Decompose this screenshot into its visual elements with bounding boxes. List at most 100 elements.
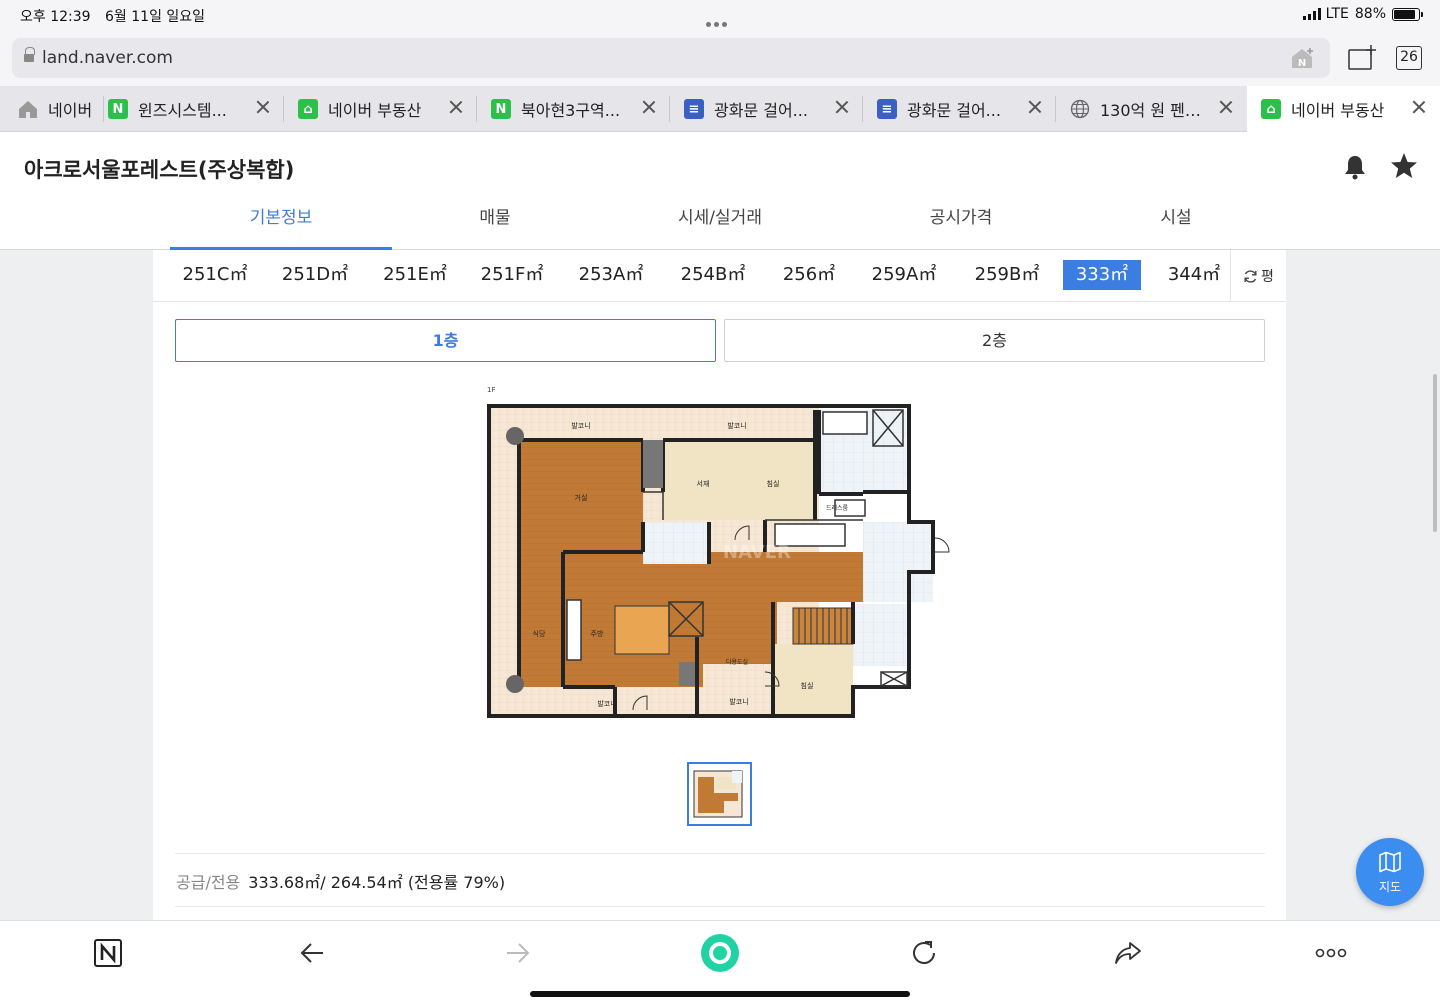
naver-green-dot-icon[interactable] <box>700 933 740 973</box>
browser-tab-2[interactable]: N 윈즈시스템... <box>104 86 284 132</box>
plan-label-balcony: 발코니 <box>727 421 746 430</box>
unit-toggle-button[interactable]: 평 <box>1230 250 1286 302</box>
browser-tab-8-active[interactable]: ⌂ 네이버 부동산 <box>1247 86 1440 132</box>
tab-listings[interactable]: 매물 <box>392 192 598 250</box>
battery-percent: 88% <box>1354 6 1386 22</box>
new-tab-icon[interactable] <box>1348 44 1376 70</box>
forward-arrow-icon[interactable] <box>501 937 533 969</box>
area-option[interactable]: 251F㎡ <box>473 260 551 290</box>
tab-label: 네이버 부동산 <box>1291 101 1385 120</box>
close-icon[interactable] <box>449 100 463 114</box>
plan-label-study: 서재 <box>697 479 710 488</box>
map-button[interactable]: 지도 <box>1356 838 1424 906</box>
area-option[interactable]: 254B㎡ <box>672 260 754 290</box>
floorplan-thumbnail[interactable] <box>687 762 752 826</box>
close-icon[interactable] <box>1219 100 1233 114</box>
more-icon[interactable] <box>1315 937 1347 969</box>
tab-label: 광화문 걸어... <box>907 101 1001 120</box>
naver-land-icon: ⌂ <box>298 99 318 119</box>
status-left: 오후 12:39 6월 11일 일요일 <box>20 6 215 26</box>
home-indicator[interactable] <box>530 991 910 997</box>
status-time: 오후 12:39 <box>20 9 91 25</box>
supply-area-label: 공급/전용 <box>176 873 241 892</box>
complex-nav-tabs: 기본정보 매물 시세/실거래 공시가격 시설 <box>170 192 1290 250</box>
close-icon[interactable] <box>642 100 656 114</box>
floorplan-panel: 251C㎡ 251D㎡ 251E㎡ 251F㎡ 253A㎡ 254B㎡ 256㎡… <box>153 250 1286 920</box>
tab-public-price[interactable]: 공시가격 <box>842 192 1080 250</box>
tab-facilities[interactable]: 시설 <box>1080 192 1272 250</box>
lock-icon <box>24 47 35 63</box>
floor-1-button[interactable]: 1층 <box>175 319 716 362</box>
plan-watermark: NAVER <box>723 542 791 563</box>
browser-tab-6[interactable]: ≡ 광화문 걸어... <box>863 86 1056 132</box>
tab-label: 광화문 걸어... <box>714 101 808 120</box>
status-right: LTE 88% <box>1302 6 1423 22</box>
document-icon: ≡ <box>684 99 704 119</box>
tab-basic-info[interactable]: 기본정보 <box>170 192 392 250</box>
plan-label-balcony: 발코니 <box>729 697 748 706</box>
map-icon <box>1379 851 1401 873</box>
signal-icon <box>1302 8 1321 20</box>
share-icon[interactable] <box>1112 937 1144 969</box>
plan-label-kitchen: 주방 <box>591 629 604 638</box>
supply-area-row: 공급/전용 333.68㎡/ 264.54㎡ (전용률 79%) <box>176 869 505 893</box>
naver-home-icon[interactable]: N <box>1290 46 1316 70</box>
thumbnail-image <box>693 770 743 818</box>
tab-label: 130억 원 펜… <box>1100 101 1201 120</box>
close-icon[interactable] <box>256 100 270 114</box>
multitask-dots-icon[interactable] <box>706 12 734 27</box>
area-option[interactable]: 259A㎡ <box>863 260 945 290</box>
area-option[interactable]: 256㎡ <box>774 260 844 290</box>
bell-icon[interactable] <box>1343 154 1367 180</box>
map-button-label: 지도 <box>1378 880 1402 894</box>
refresh-icon[interactable] <box>908 937 940 969</box>
address-bar-row: land.naver.com N 26 <box>0 30 1440 86</box>
browser-toolbar <box>0 920 1440 1006</box>
browser-tab-5[interactable]: ≡ 광화문 걸어... <box>670 86 863 132</box>
browser-tab-3[interactable]: ⌂ 네이버 부동산 <box>284 86 477 132</box>
plan-label-living: 거실 <box>575 493 588 502</box>
unit-toggle-label: 평 <box>1261 269 1274 285</box>
plan-label-bedroom: 침실 <box>767 479 780 488</box>
floorplan-image[interactable]: 1F 발코니 발코니 서재 침실 거실 드레스룸 식당 주방 다용도실 침실 발… <box>483 382 958 722</box>
area-option[interactable]: 344㎡ <box>1159 260 1229 290</box>
star-icon[interactable] <box>1390 152 1418 180</box>
browser-tab-4[interactable]: N 북아현3구역... <box>477 86 670 132</box>
tab-price-deals[interactable]: 시세/실거래 <box>598 192 842 250</box>
tab-label: 네이버 <box>48 101 93 120</box>
address-bar[interactable]: land.naver.com N <box>12 38 1330 78</box>
area-option[interactable]: 251D㎡ <box>275 260 355 290</box>
status-bar: 오후 12:39 6월 11일 일요일 LTE 88% <box>0 0 1440 30</box>
network-label: LTE <box>1325 6 1349 22</box>
plan-label-bedroom: 침실 <box>801 681 814 690</box>
naver-n-icon[interactable] <box>92 937 124 969</box>
battery-icon <box>1392 7 1423 21</box>
home-icon <box>19 101 37 118</box>
area-option[interactable]: 259B㎡ <box>965 260 1049 290</box>
area-option[interactable]: 253A㎡ <box>570 260 652 290</box>
plan-label-balcony: 발코니 <box>571 421 590 430</box>
back-arrow-icon[interactable] <box>297 937 329 969</box>
scrollbar[interactable] <box>1433 374 1437 532</box>
area-option[interactable]: 251E㎡ <box>375 260 455 290</box>
page-header: 아크로서울포레스트(주상복합) 기본정보 매물 시세/실거래 공시가격 시설 <box>0 132 1440 250</box>
area-option[interactable]: 251C㎡ <box>175 260 255 290</box>
plan-label-dressroom: 드레스룸 <box>826 504 849 512</box>
naver-n-icon: N <box>491 99 511 119</box>
plan-label-balcony: 발코니 <box>597 699 616 708</box>
area-option-selected[interactable]: 333㎡ <box>1063 260 1141 290</box>
url-text[interactable]: land.naver.com <box>42 48 173 68</box>
close-icon[interactable] <box>1412 100 1426 114</box>
area-type-selector: 251C㎡ 251D㎡ 251E㎡ 251F㎡ 253A㎡ 254B㎡ 256㎡… <box>153 250 1286 302</box>
browser-tab-1[interactable]: 네이버 <box>0 86 104 132</box>
tab-count-button[interactable]: 26 <box>1396 46 1422 70</box>
tab-label: 북아현3구역... <box>521 101 621 120</box>
floor-2-button[interactable]: 2층 <box>724 319 1265 362</box>
status-date: 6월 11일 일요일 <box>105 9 206 25</box>
naver-land-icon: ⌂ <box>1261 99 1281 119</box>
browser-tab-7[interactable]: 130억 원 펜… <box>1056 86 1247 132</box>
close-icon[interactable] <box>835 100 849 114</box>
tab-label: 윈즈시스템... <box>138 101 227 120</box>
close-icon[interactable] <box>1028 100 1042 114</box>
browser-tabs: 네이버 N 윈즈시스템... ⌂ 네이버 부동산 N 북아현3구역... ≡ 광… <box>0 86 1440 132</box>
